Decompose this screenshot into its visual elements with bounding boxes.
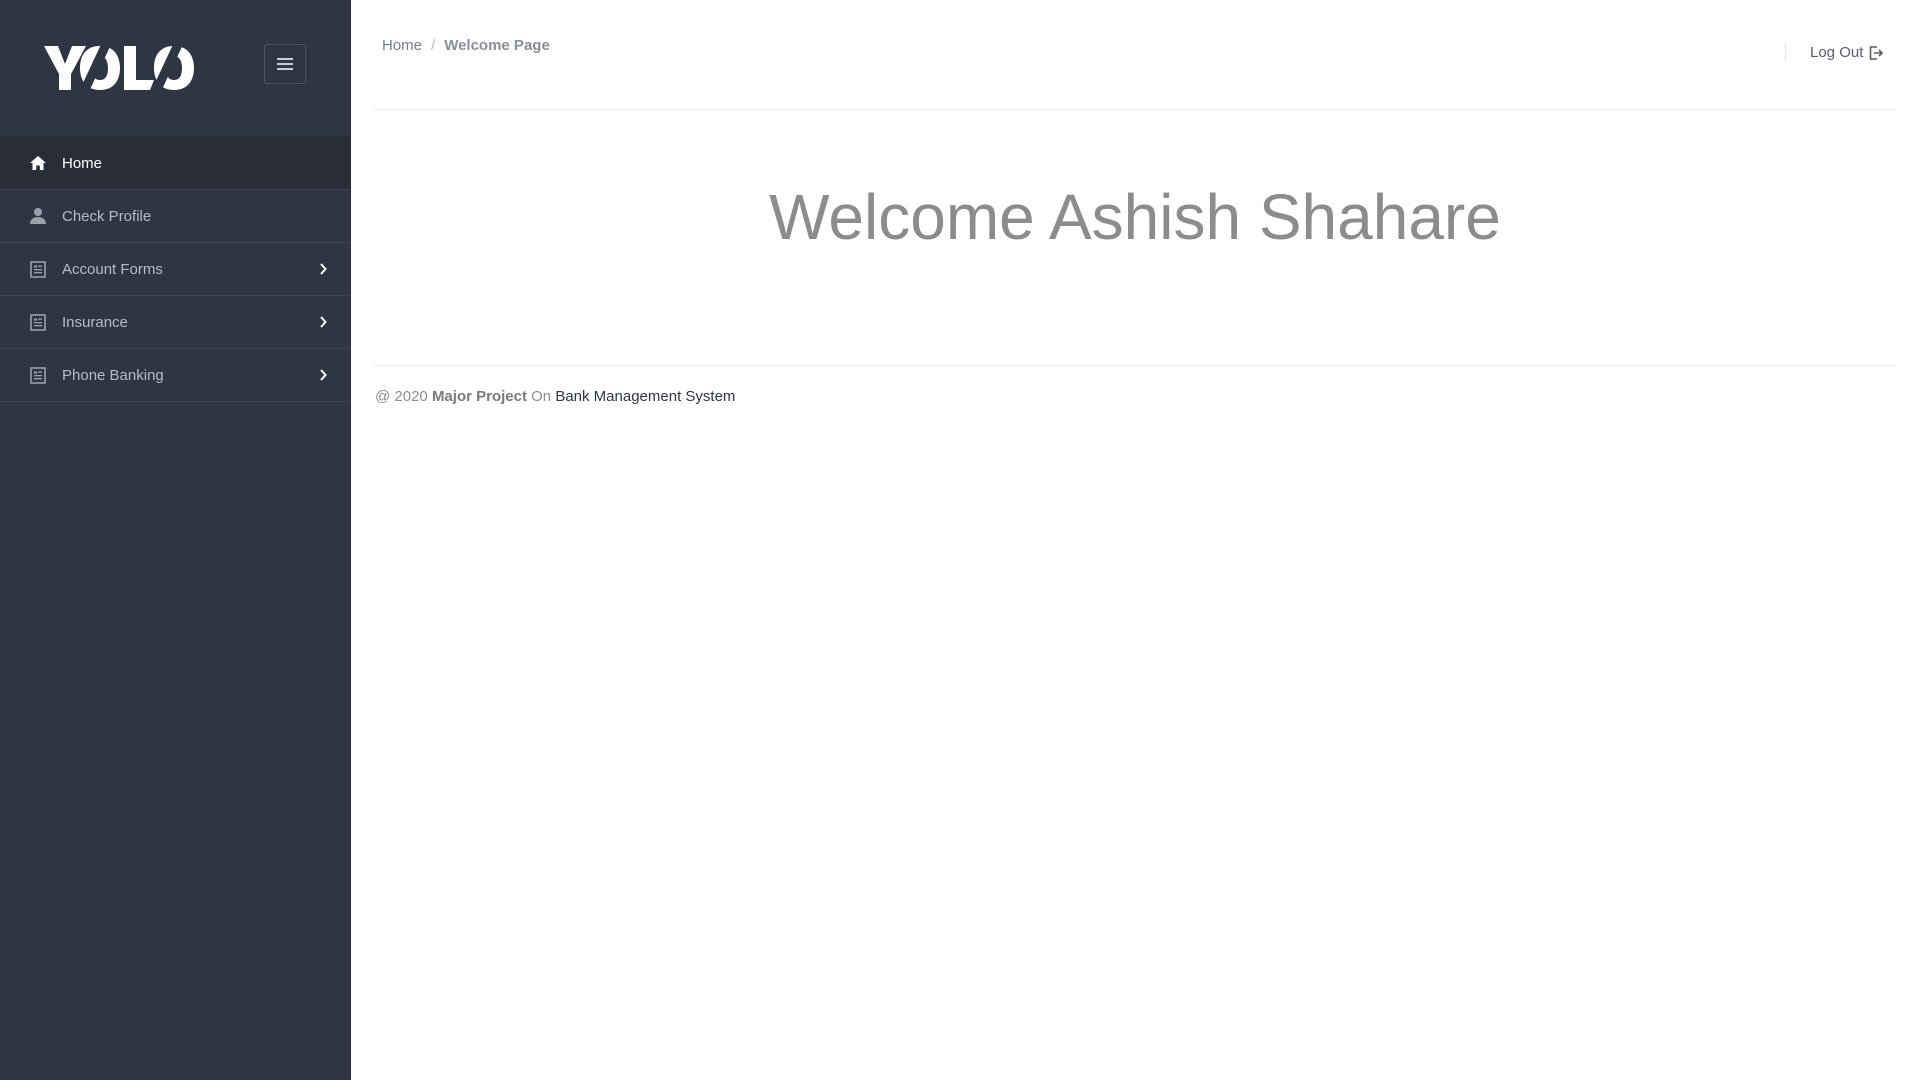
sidebar-item-check-profile[interactable]: Check Profile	[0, 189, 351, 242]
sidebar-toggle-button[interactable]	[264, 44, 306, 84]
user-icon	[28, 206, 48, 226]
form-icon	[28, 259, 48, 279]
sidebar-item-account-forms[interactable]: Account Forms	[0, 242, 351, 295]
logout-button[interactable]: Log Out	[1810, 44, 1884, 61]
sidebar-item-home[interactable]: Home	[0, 136, 351, 189]
breadcrumb-separator: /	[431, 37, 436, 54]
logout-label: Log Out	[1810, 44, 1864, 61]
footer-system-link[interactable]: Bank Management System	[555, 388, 735, 405]
sidebar-item-phone-banking[interactable]: Phone Banking	[0, 348, 351, 402]
footer: @ 2020 Major Project On Bank Management …	[375, 388, 735, 405]
welcome-heading: Welcome Ashish Shahare	[769, 181, 1501, 253]
sidebar-item-insurance[interactable]: Insurance	[0, 295, 351, 348]
topbar-divider	[1785, 42, 1786, 62]
breadcrumb-home-link[interactable]: Home	[382, 37, 422, 54]
chevron-right-icon	[317, 369, 329, 381]
hamburger-icon	[277, 58, 293, 70]
form-icon	[28, 365, 48, 385]
form-icon	[28, 312, 48, 332]
sidebar-item-label: Phone Banking	[62, 366, 164, 384]
footer-project: Major Project	[431, 388, 527, 405]
footer-on: On	[531, 388, 552, 405]
main-content: Home / Welcome Page Log Out Welcome Ashish…	[351, 0, 1920, 1080]
breadcrumb: Home / Welcome Page	[382, 37, 550, 54]
footer-prefix: @ 2020	[375, 388, 428, 405]
footer-divider	[374, 365, 1896, 366]
brand-area	[0, 0, 351, 136]
logout-icon	[1870, 45, 1884, 60]
sidebar-item-label: Account Forms	[62, 260, 163, 278]
home-icon	[28, 153, 48, 173]
chevron-right-icon	[317, 316, 329, 328]
sidebar-item-label: Check Profile	[62, 207, 152, 225]
sidebar-item-label: Insurance	[62, 313, 128, 331]
chevron-right-icon	[317, 263, 329, 275]
header-divider	[374, 109, 1896, 110]
sidebar: Home Check Profile Account Forms Insuran…	[0, 0, 351, 1080]
breadcrumb-current: Welcome Page	[444, 37, 550, 54]
sidebar-item-label: Home	[62, 154, 103, 172]
sidebar-menu: Home Check Profile Account Forms Insuran…	[0, 136, 351, 402]
yolo-logo[interactable]	[40, 38, 200, 98]
